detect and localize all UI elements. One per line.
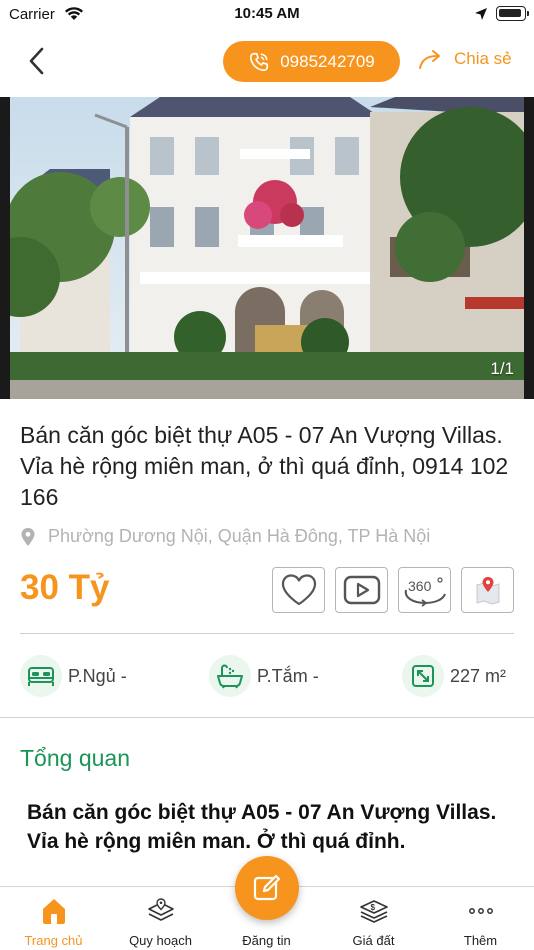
overview-text: Bán căn góc biệt thự A05 - 07 An Vượng V… [27,801,497,853]
tab-more[interactable]: Thêm [427,887,534,950]
map-pin-icon [476,577,499,605]
address-row: Phường Dương Nội, Quận Hà Đông, TP Hà Nộ… [20,526,430,547]
location-pin-icon [21,527,35,546]
tab-land-price-label: Giá đất [352,933,395,948]
layers-map-icon [147,898,174,921]
section-divider [0,717,534,718]
home-icon [42,899,65,924]
tab-home-label: Trang chủ [24,933,83,948]
area-icon [412,665,434,687]
tab-more-label: Thêm [463,933,498,948]
svg-text:360: 360 [408,578,432,594]
svg-text:$: $ [370,903,375,912]
map-button[interactable] [461,567,514,613]
bathrooms-label: P.Tắm - [257,665,319,686]
overview-heading: Tổng quan [20,745,130,771]
view-360-icon: 360 [404,577,446,607]
bed-icon-wrap [20,655,62,697]
bathtub-icon [217,664,243,689]
phone-icon [250,52,269,71]
share-label: Chia sẻ [454,49,512,68]
tab-home[interactable]: Trang chủ [0,887,107,950]
post-listing-button[interactable] [235,856,299,920]
bed-icon [28,667,54,686]
address-text: Phường Dương Nội, Quận Hà Đông, TP Hà Nộ… [48,526,431,546]
more-dots-icon [468,908,493,914]
location-arrow-icon [475,8,487,20]
photo-counter: 1/1 [490,359,514,378]
feature-bedrooms: P.Ngủ - [20,655,127,697]
property-photo[interactable]: 1/1 [0,97,534,399]
tab-land-price[interactable]: $ Giá đất [320,887,427,950]
favorite-button[interactable] [272,567,325,613]
price: 30 Tỷ [20,568,110,607]
call-button[interactable]: 0985242709 [223,41,400,82]
area-label: 227 m² [450,665,507,686]
bedrooms-label: P.Ngủ - [68,665,127,686]
tab-planning-label: Quy hoạch [129,933,192,948]
chevron-left-icon [29,47,44,75]
view-360-button[interactable]: 360 [398,567,451,613]
area-icon-wrap [402,655,444,697]
listing-title: Bán căn góc biệt thự A05 - 07 An Vượng V… [20,422,509,510]
divider [20,633,514,634]
tab-post-label: Đăng tin [242,933,291,948]
feature-area: 227 m² [402,655,506,697]
share-button[interactable]: Chia sẻ [418,48,512,70]
edit-icon [253,874,281,901]
video-play-icon [343,575,380,605]
share-arrow-icon [419,50,440,69]
clock: 10:45 AM [234,5,300,22]
tab-planning[interactable]: Quy hoạch [107,887,214,950]
villa-photo [0,97,534,399]
back-button[interactable] [20,44,52,78]
bathtub-icon-wrap [209,655,251,697]
battery-icon [496,6,529,21]
status-bar: Carrier 10:45 AM [0,0,534,30]
phone-number: 0985242709 [280,51,375,71]
video-button[interactable] [335,567,388,613]
price-layers-icon: $ [359,900,388,923]
feature-bathrooms: P.Tắm - [209,655,319,697]
heart-icon [281,574,316,606]
